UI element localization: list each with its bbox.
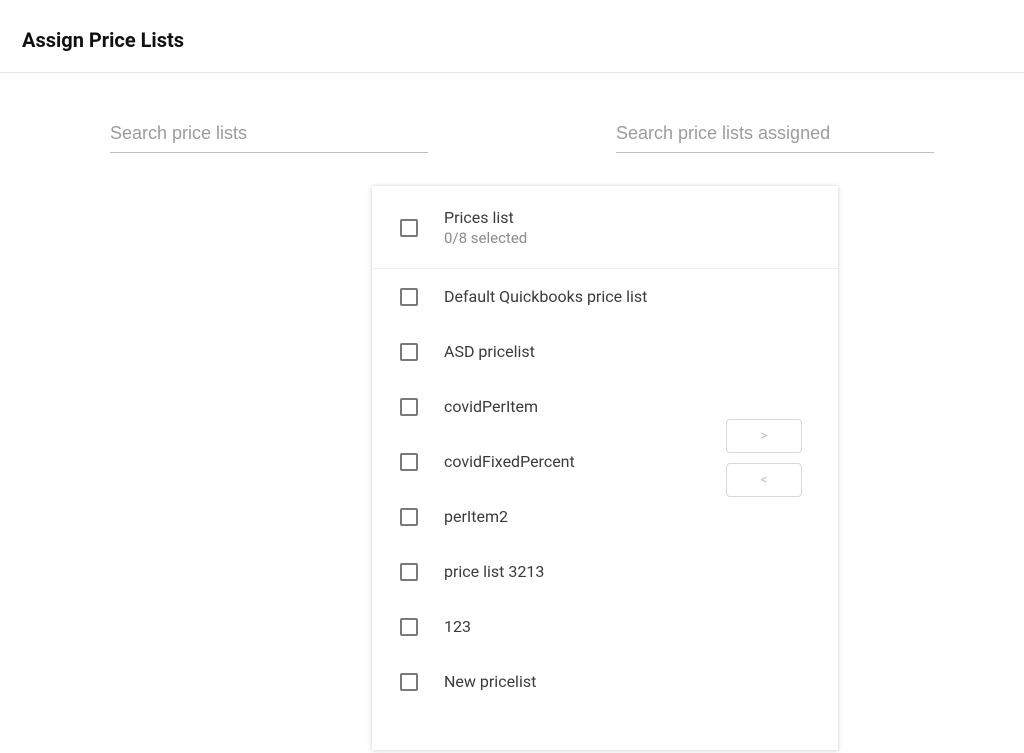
item-checkbox[interactable]: [400, 508, 418, 526]
list-item[interactable]: price list 3213: [372, 544, 838, 599]
list-item[interactable]: Default Quickbooks price list: [372, 269, 838, 324]
page-title: Assign Price Lists: [0, 0, 1024, 72]
item-label: 123: [444, 617, 471, 636]
move-left-button[interactable]: <: [726, 463, 802, 497]
list-scroll-area[interactable]: Default Quickbooks price list ASD pricel…: [372, 269, 838, 750]
search-available-input[interactable]: [110, 119, 428, 153]
item-label: New pricelist: [444, 672, 536, 691]
item-checkbox[interactable]: [400, 563, 418, 581]
list-item[interactable]: ASD pricelist: [372, 324, 838, 379]
select-all-checkbox[interactable]: [400, 219, 418, 237]
item-checkbox[interactable]: [400, 673, 418, 691]
item-label: covidFixedPercent: [444, 452, 575, 471]
item-label: ASD pricelist: [444, 342, 535, 361]
item-checkbox[interactable]: [400, 618, 418, 636]
item-checkbox[interactable]: [400, 288, 418, 306]
search-assigned-input[interactable]: [616, 119, 934, 153]
list-item[interactable]: New pricelist: [372, 654, 838, 709]
item-label: price list 3213: [444, 562, 544, 581]
item-label: perItem2: [444, 507, 508, 526]
list-header-title: Prices list: [444, 208, 527, 229]
item-checkbox[interactable]: [400, 343, 418, 361]
item-checkbox[interactable]: [400, 398, 418, 416]
list-item[interactable]: 123: [372, 599, 838, 654]
list-item[interactable]: perItem2: [372, 489, 838, 544]
item-checkbox[interactable]: [400, 453, 418, 471]
move-right-button[interactable]: >: [726, 419, 802, 453]
item-label: covidPerItem: [444, 397, 538, 416]
item-label: Default Quickbooks price list: [444, 287, 647, 306]
list-header-subtitle: 0/8 selected: [444, 229, 527, 249]
list-header-row[interactable]: Prices list 0/8 selected: [372, 186, 838, 269]
